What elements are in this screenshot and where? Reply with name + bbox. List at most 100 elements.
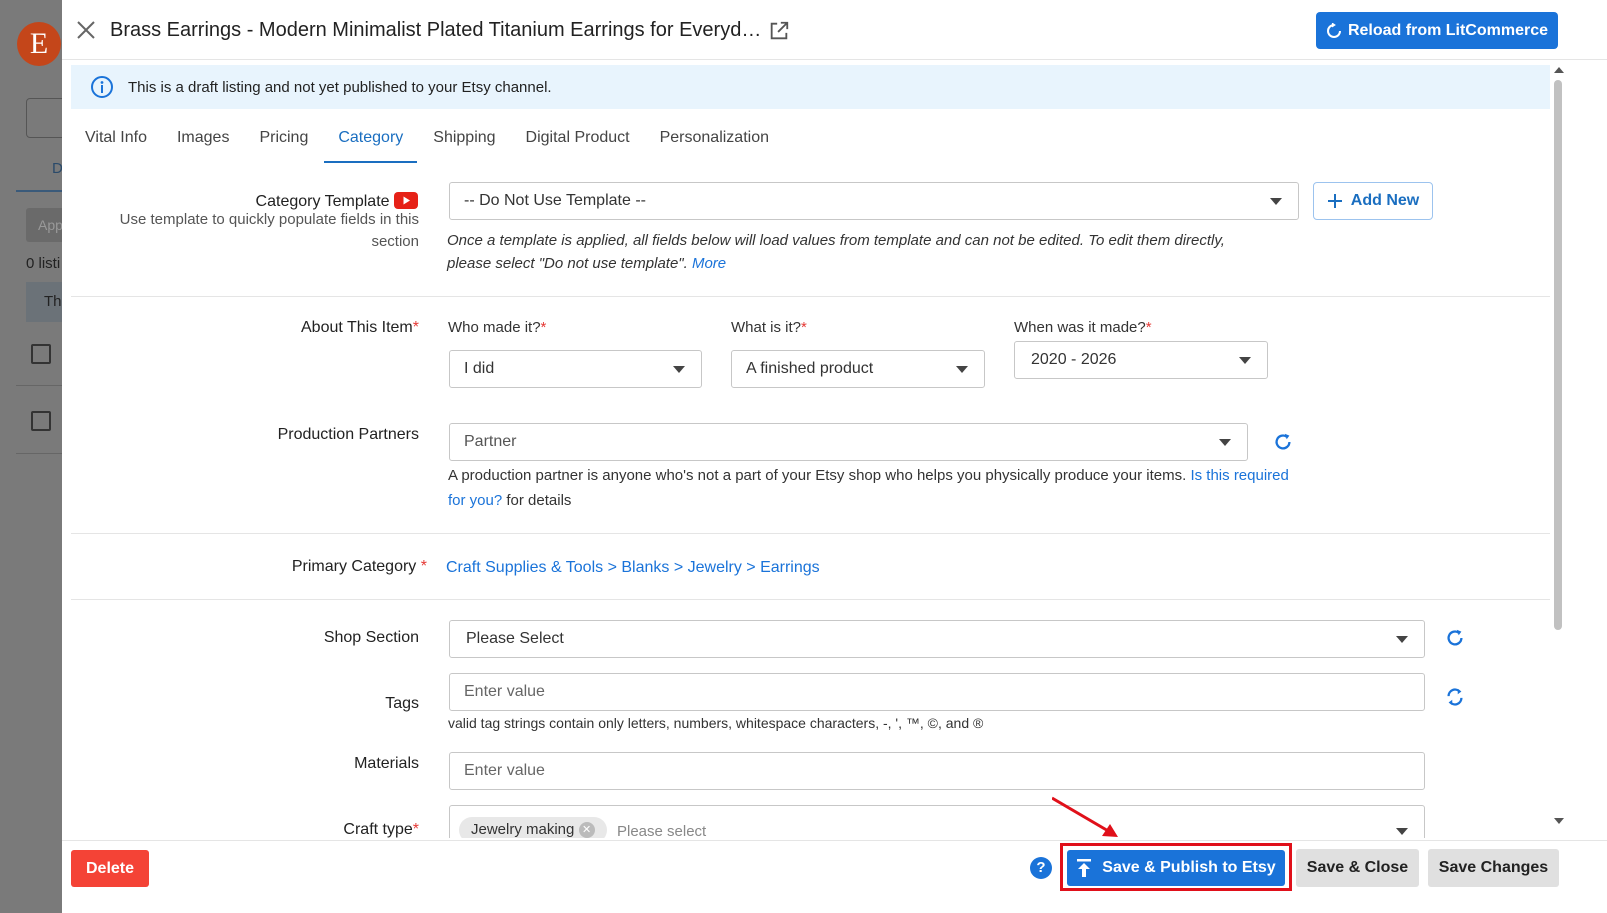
background-row: Th: [26, 282, 62, 322]
tags-input[interactable]: Enter value: [449, 673, 1425, 711]
plus-icon: [1327, 194, 1342, 208]
tags-label: Tags: [385, 695, 419, 712]
tab-images[interactable]: Images: [163, 120, 243, 164]
primary-category-label-text: Primary Category: [291, 558, 417, 575]
scrollbar-thumb[interactable]: [1554, 80, 1562, 630]
what-is-it-select[interactable]: A finished product: [731, 350, 985, 388]
category-template-select[interactable]: -- Do Not Use Template --: [449, 182, 1299, 220]
primary-category-path[interactable]: Craft Supplies & Tools > Blanks > Jewelr…: [446, 556, 820, 579]
materials-label: Materials: [354, 755, 419, 772]
divider: [71, 599, 1550, 600]
more-link[interactable]: More: [692, 255, 726, 272]
tab-vital-info[interactable]: Vital Info: [71, 120, 161, 164]
reload-button[interactable]: Reload from LitCommerce: [1316, 12, 1558, 49]
external-link-icon[interactable]: [768, 20, 790, 42]
who-made-value: I did: [464, 360, 495, 377]
background-checkbox: [31, 411, 51, 431]
background-checkbox: [31, 344, 51, 364]
category-template-label-text: Category Template: [255, 193, 390, 210]
chip-remove-icon[interactable]: ✕: [578, 822, 595, 838]
is-this-required-link[interactable]: Is this: [1190, 467, 1229, 484]
scroll-up-icon[interactable]: [1554, 67, 1564, 73]
chevron-down-icon: [1396, 828, 1408, 835]
materials-input[interactable]: Enter value: [449, 752, 1425, 790]
what-is-it-label: What is it?*: [731, 319, 807, 336]
help-icon[interactable]: ?: [1030, 857, 1052, 879]
when-made-value: 2020 - 2026: [1031, 351, 1117, 368]
scroll-down-icon[interactable]: [1554, 818, 1564, 824]
tab-personalization[interactable]: Personalization: [646, 120, 783, 164]
about-item-label-text: About This Item: [301, 319, 413, 336]
info-text: This is a draft listing and not yet publ…: [128, 78, 552, 96]
chevron-down-icon: [1396, 636, 1408, 643]
production-partners-label: Production Partners: [277, 426, 419, 443]
craft-type-chip[interactable]: Jewelry making ✕: [459, 817, 607, 838]
partner-placeholder: Partner: [464, 433, 517, 450]
listing-title: Brass Earrings - Modern Minimalist Plate…: [110, 19, 762, 41]
modal-footer: Delete ? Save & Publish to Etsy Save & C…: [62, 840, 1607, 913]
category-template-help: Use template to quickly populate fields …: [72, 209, 419, 253]
tab-shipping[interactable]: Shipping: [419, 120, 509, 164]
chevron-down-icon: [1270, 198, 1282, 205]
reload-icon: [1327, 22, 1341, 38]
production-partner-select[interactable]: Partner: [449, 423, 1248, 461]
template-note: Once a template is applied, all fields b…: [447, 229, 1347, 275]
divider: [71, 296, 1550, 297]
background-button: App: [26, 208, 62, 242]
upload-icon: [1077, 859, 1092, 877]
background-page: E D App 0 listi Th: [0, 0, 62, 913]
chevron-down-icon: [673, 366, 685, 373]
craft-type-placeholder: Please select: [617, 823, 707, 838]
tab-category[interactable]: Category: [324, 120, 418, 163]
who-made-label: Who made it?*: [448, 319, 547, 336]
close-icon[interactable]: [74, 18, 98, 42]
help-line: section: [371, 233, 419, 250]
delete-button[interactable]: Delete: [71, 850, 149, 887]
youtube-icon[interactable]: [394, 192, 418, 209]
background-count: 0 listi: [26, 255, 61, 272]
tab-bar: Vital Info Images Pricing Category Shipp…: [71, 120, 785, 164]
chevron-down-icon: [956, 366, 968, 373]
reload-label: Reload from LitCommerce: [1347, 21, 1549, 39]
shop-section-select[interactable]: Please Select: [449, 620, 1425, 658]
save-close-button[interactable]: Save & Close: [1296, 849, 1419, 887]
etsy-logo: E: [17, 22, 61, 66]
partner-note-tail: for details: [506, 492, 572, 509]
partner-note-text: A production partner is anyone who's not…: [448, 467, 1187, 484]
refresh-icon[interactable]: [1444, 627, 1466, 649]
publish-label: Save & Publish to Etsy: [1102, 859, 1276, 876]
when-made-label: When was it made?*: [1014, 319, 1152, 336]
shop-section-value: Please Select: [466, 630, 564, 647]
craft-type-label-text: Craft type: [343, 821, 413, 838]
modal-header: Brass Earrings - Modern Minimalist Plate…: [62, 0, 1607, 60]
tab-pricing[interactable]: Pricing: [245, 120, 322, 164]
draft-info-banner: This is a draft listing and not yet publ…: [71, 65, 1550, 109]
chip-label: Jewelry making: [471, 821, 575, 838]
background-tab: D: [52, 160, 62, 177]
background-divider: [16, 385, 62, 386]
background-search: [26, 98, 62, 138]
chevron-down-icon: [1239, 357, 1251, 364]
what-is-it-label-text: What is it?: [731, 319, 802, 336]
form-body: This is a draft listing and not yet publ…: [62, 60, 1555, 838]
tab-digital-product[interactable]: Digital Product: [512, 120, 644, 164]
sync-icon[interactable]: [1444, 686, 1466, 708]
craft-type-label: Craft type*: [343, 821, 419, 838]
tags-note: valid tag strings contain only letters, …: [448, 715, 984, 731]
add-new-template-button[interactable]: Add New: [1313, 182, 1433, 220]
help-line: Use template to quickly populate fields …: [119, 211, 419, 228]
background-divider: [16, 453, 62, 454]
about-item-label: About This Item*: [301, 319, 419, 336]
who-made-select[interactable]: I did: [449, 350, 702, 388]
refresh-icon[interactable]: [1272, 431, 1294, 453]
divider: [71, 533, 1550, 534]
shop-section-label: Shop Section: [323, 629, 419, 646]
template-note-line: Once a template is applied, all fields b…: [447, 232, 1225, 249]
scrollbar[interactable]: [1552, 62, 1566, 832]
save-publish-button[interactable]: Save & Publish to Etsy: [1067, 850, 1285, 886]
add-new-label: Add New: [1350, 192, 1420, 209]
when-made-select[interactable]: 2020 - 2026: [1014, 341, 1268, 379]
save-changes-button[interactable]: Save Changes: [1428, 849, 1559, 887]
template-note-line: please select "Do not use template".: [447, 255, 688, 272]
primary-category-label: Primary Category *: [291, 558, 427, 575]
